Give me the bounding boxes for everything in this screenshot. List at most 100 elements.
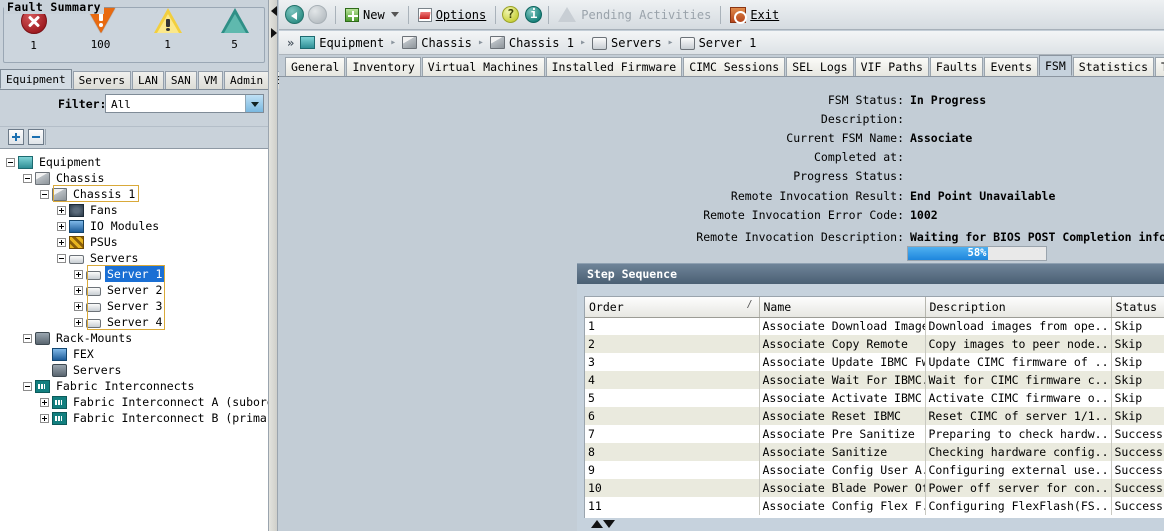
tree-item-fex[interactable]: FEX [40, 346, 96, 362]
tab-inventory[interactable]: Inventory [346, 57, 421, 76]
step-sequence-table-container[interactable]: Order / Name Description Status Timestam… [584, 296, 1164, 519]
cell-description: Power off server for con... [925, 479, 1112, 497]
tab-general[interactable]: General [285, 57, 346, 76]
tab-virtual-machines[interactable]: Virtual Machines [421, 57, 545, 76]
tab-fsm[interactable]: FSM [1039, 55, 1072, 76]
scroll-up-arrow-icon[interactable] [591, 520, 603, 528]
pane-splitter[interactable] [268, 0, 278, 531]
column-header-name[interactable]: Name [759, 297, 926, 318]
fault-minor[interactable]: 1 [134, 8, 201, 52]
collapse-node-icon[interactable] [23, 173, 32, 183]
cell-order: 3 [585, 353, 760, 371]
tab-label: SEL Logs [792, 60, 848, 74]
cell-description: Wait for CIMC firmware c... [925, 371, 1112, 389]
tab-events[interactable]: Events [984, 57, 1038, 76]
tree-item-chassis[interactable]: Chassis [23, 170, 106, 186]
nav-tab-lan[interactable]: LAN [131, 71, 164, 89]
table-row[interactable]: 11 Associate Config Flex F... Configuring … [585, 497, 1164, 515]
breadcrumb-item-servers[interactable]: Servers [591, 35, 662, 50]
table-row[interactable]: 6 Associate Reset IBMC Reset CIMC of serve… [585, 407, 1164, 425]
fsm-field-row: Remote Invocation Result: End Point Unava… [279, 188, 1164, 204]
table-row[interactable]: 9 Associate Config User A... Configuring e… [585, 461, 1164, 479]
collapse-node-icon[interactable] [23, 381, 32, 391]
column-header-status[interactable]: Status [1111, 297, 1164, 318]
collapse-all-button[interactable] [28, 129, 44, 145]
expand-node-icon[interactable] [57, 205, 66, 215]
info-icon[interactable]: i [525, 6, 543, 23]
tab-cimc-sessions[interactable]: CIMC Sessions [683, 57, 786, 76]
bottom-scroll-controls[interactable] [577, 518, 1164, 531]
fan-icon [69, 203, 84, 217]
table-row[interactable]: 4 Associate Wait For IBMC... Wait for CIMC… [585, 371, 1164, 389]
toolbar-divider [45, 129, 46, 145]
collapse-node-icon[interactable] [40, 189, 49, 199]
chevron-down-icon[interactable] [245, 95, 263, 112]
tree-item-fabric-interconnect-b-primary[interactable]: Fabric Interconnect B (primary) [40, 410, 268, 426]
breadcrumb-chevron[interactable]: » [287, 36, 294, 50]
splitter-expand-arrow[interactable] [271, 28, 277, 38]
table-row[interactable]: 3 Associate Update IBMC Fw Update CIMC fir… [585, 353, 1164, 371]
tree-item-rack-mounts[interactable]: Rack-Mounts [23, 330, 134, 346]
table-row[interactable]: 2 Associate Copy Remote Copy images to pee… [585, 335, 1164, 353]
expand-node-icon[interactable] [57, 237, 66, 247]
expand-node-icon[interactable] [40, 397, 49, 407]
tab-installed-firmware[interactable]: Installed Firmware [545, 57, 683, 76]
table-row[interactable]: 5 Associate Activate IBMC Fw Activate CIMC… [585, 389, 1164, 407]
collapse-node-icon[interactable] [57, 253, 66, 263]
expand-node-icon[interactable] [74, 301, 83, 311]
column-header-description[interactable]: Description [925, 297, 1112, 318]
tree-item-fabric-interconnect-a-subordina[interactable]: Fabric Interconnect A (subordina [40, 394, 268, 410]
tab-statistics[interactable]: Statistics [1072, 57, 1155, 76]
scroll-down-arrow-icon[interactable] [603, 520, 615, 528]
tree-item-fans[interactable]: Fans [57, 202, 120, 218]
table-row[interactable]: 7 Associate Pre Sanitize Preparing to chec… [585, 425, 1164, 443]
fault-critical[interactable]: 1 [0, 8, 67, 52]
expand-node-icon[interactable] [74, 317, 83, 327]
equipment-tree[interactable]: Equipment Chassis Chassis 1 Fans IO Modules P… [0, 148, 268, 531]
breadcrumb-item-chassis-1[interactable]: Chassis 1 [489, 36, 574, 50]
tree-item-servers[interactable]: Servers [40, 362, 123, 378]
column-header-order[interactable]: Order / [585, 297, 760, 318]
nav-tab-equipment[interactable]: Equipment [0, 69, 72, 89]
collapse-node-icon[interactable] [23, 333, 32, 343]
splitter-collapse-arrow[interactable] [271, 6, 277, 16]
table-row[interactable]: 8 Associate Sanitize Checking hardware con… [585, 443, 1164, 461]
expand-node-icon[interactable] [74, 285, 83, 295]
tree-item-psus[interactable]: PSUs [57, 234, 120, 250]
exit-button[interactable]: Exit [725, 4, 784, 26]
cell-name: Associate Reset IBMC [759, 407, 926, 425]
back-arrow-icon[interactable] [285, 5, 304, 24]
nav-tab-vm[interactable]: VM [197, 71, 223, 89]
table-row[interactable]: 10 Associate Blade Power Off Power off ser… [585, 479, 1164, 497]
expand-node-icon[interactable] [57, 221, 66, 231]
nav-tab-servers[interactable]: Servers [72, 71, 131, 89]
tree-item-fabric-interconnects[interactable]: Fabric Interconnects [23, 378, 196, 394]
nav-tab-san[interactable]: SAN [164, 71, 197, 89]
tab-vif-paths[interactable]: VIF Paths [854, 57, 929, 76]
fault-warning[interactable]: 5 [201, 8, 268, 52]
help-button[interactable]: ? i [500, 4, 544, 26]
breadcrumb-separator: ▸ [667, 37, 674, 48]
collapse-node-icon[interactable] [6, 157, 15, 167]
tab-sel-logs[interactable]: SEL Logs [786, 57, 854, 76]
expand-all-button[interactable] [8, 129, 24, 145]
new-button[interactable]: New [340, 4, 404, 26]
tree-item-label: Servers [90, 251, 139, 265]
fault-major[interactable]: 100 [67, 8, 134, 52]
breadcrumb-item-equipment[interactable]: Equipment [300, 36, 384, 50]
breadcrumb-item-server-1[interactable]: Server 1 [679, 35, 756, 50]
tree-item-servers[interactable]: Servers [57, 250, 140, 266]
tree-item-equipment[interactable]: Equipment [6, 154, 103, 170]
expand-node-icon[interactable] [74, 269, 83, 279]
nav-tab-admin[interactable]: Admin [223, 71, 270, 89]
options-button[interactable]: Options [413, 4, 492, 26]
expand-node-icon[interactable] [40, 413, 49, 423]
exit-label: Exit [750, 7, 780, 22]
breadcrumb-item-chassis[interactable]: Chassis [402, 36, 472, 50]
chevron-down-icon[interactable] [390, 12, 399, 17]
table-row[interactable]: 1 Associate Download Images Download image… [585, 317, 1164, 335]
tab-faults[interactable]: Faults [929, 57, 984, 76]
tab-temperatures[interactable]: Temperatures [1155, 57, 1164, 76]
filter-dropdown[interactable]: All [105, 94, 264, 113]
tree-item-io-modules[interactable]: IO Modules [57, 218, 161, 234]
